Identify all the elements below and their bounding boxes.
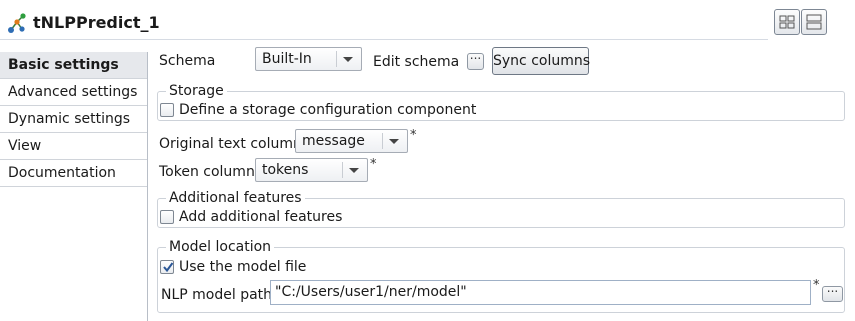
chevron-down-icon bbox=[389, 139, 399, 144]
checkmark-icon bbox=[163, 262, 174, 273]
original-text-column-select[interactable]: message bbox=[295, 129, 408, 153]
use-model-file-checkbox[interactable] bbox=[160, 260, 174, 274]
edit-schema-button[interactable]: ... bbox=[467, 48, 484, 70]
grid-layout-button[interactable] bbox=[774, 9, 800, 35]
settings-sidebar: Basic settings Advanced settings Dynamic… bbox=[0, 52, 148, 321]
sidebar-item-documentation[interactable]: Documentation bbox=[0, 160, 147, 187]
sidebar-item-label: Dynamic settings bbox=[8, 111, 131, 127]
storage-config-label: Define a storage configuration component bbox=[179, 102, 477, 118]
browse-model-path-button[interactable]: ... bbox=[822, 281, 843, 302]
sidebar-item-view[interactable]: View bbox=[0, 133, 147, 160]
sidebar-item-dynamic-settings[interactable]: Dynamic settings bbox=[0, 106, 147, 133]
combo-separator bbox=[336, 51, 337, 67]
required-marker: * bbox=[813, 278, 820, 293]
combo-separator bbox=[342, 162, 343, 178]
basic-settings-panel: Schema Built-In Edit schema ... Sync col… bbox=[149, 40, 855, 321]
token-column-select[interactable]: tokens bbox=[255, 158, 368, 182]
schema-label: Schema bbox=[159, 53, 216, 69]
original-text-column-value: message bbox=[302, 133, 365, 149]
model-location-group-title: Model location bbox=[166, 238, 275, 256]
additional-features-label: Add additional features bbox=[179, 209, 343, 225]
storage-group-title: Storage bbox=[166, 82, 227, 100]
grid-layout-icon bbox=[775, 15, 799, 38]
component-title: tNLPPredict_1 bbox=[33, 13, 160, 32]
additional-features-checkbox[interactable] bbox=[160, 210, 174, 224]
required-marker: * bbox=[370, 157, 377, 172]
original-text-column-label: Original text column bbox=[159, 136, 302, 152]
schema-select[interactable]: Built-In bbox=[255, 47, 362, 71]
sidebar-item-advanced-settings[interactable]: Advanced settings bbox=[0, 79, 147, 106]
edit-schema-label: Edit schema bbox=[373, 54, 460, 70]
nlp-tree-icon bbox=[7, 12, 29, 34]
storage-config-checkbox[interactable] bbox=[160, 103, 174, 117]
storage-group: Storage Define a storage configuration c… bbox=[157, 82, 845, 121]
split-layout-icon bbox=[802, 14, 826, 38]
chevron-down-icon bbox=[343, 57, 353, 62]
additional-features-group-title: Additional features bbox=[166, 189, 305, 207]
ellipsis-icon: ... bbox=[826, 281, 839, 295]
sidebar-item-label: View bbox=[8, 138, 42, 154]
sidebar-item-label: Documentation bbox=[8, 165, 116, 181]
token-column-value: tokens bbox=[262, 162, 309, 178]
schema-select-value: Built-In bbox=[262, 51, 312, 67]
nlp-model-path-label: NLP model path bbox=[161, 287, 273, 303]
combo-separator bbox=[382, 133, 383, 149]
sidebar-item-label: Basic settings bbox=[8, 57, 119, 73]
sidebar-item-label: Advanced settings bbox=[8, 84, 138, 100]
sync-columns-button[interactable]: Sync columns bbox=[492, 47, 590, 75]
token-column-label: Token column bbox=[159, 164, 255, 180]
use-model-file-label: Use the model file bbox=[179, 259, 307, 275]
ellipsis-icon: ... bbox=[469, 48, 482, 62]
nlp-model-path-input[interactable]: "C:/Users/user1/ner/model" bbox=[270, 280, 811, 305]
chevron-down-icon bbox=[349, 168, 359, 173]
split-layout-button[interactable] bbox=[801, 9, 827, 35]
additional-features-group: Additional features Add additional featu… bbox=[157, 189, 845, 228]
sidebar-item-basic-settings[interactable]: Basic settings bbox=[0, 52, 147, 79]
required-marker: * bbox=[410, 128, 417, 143]
